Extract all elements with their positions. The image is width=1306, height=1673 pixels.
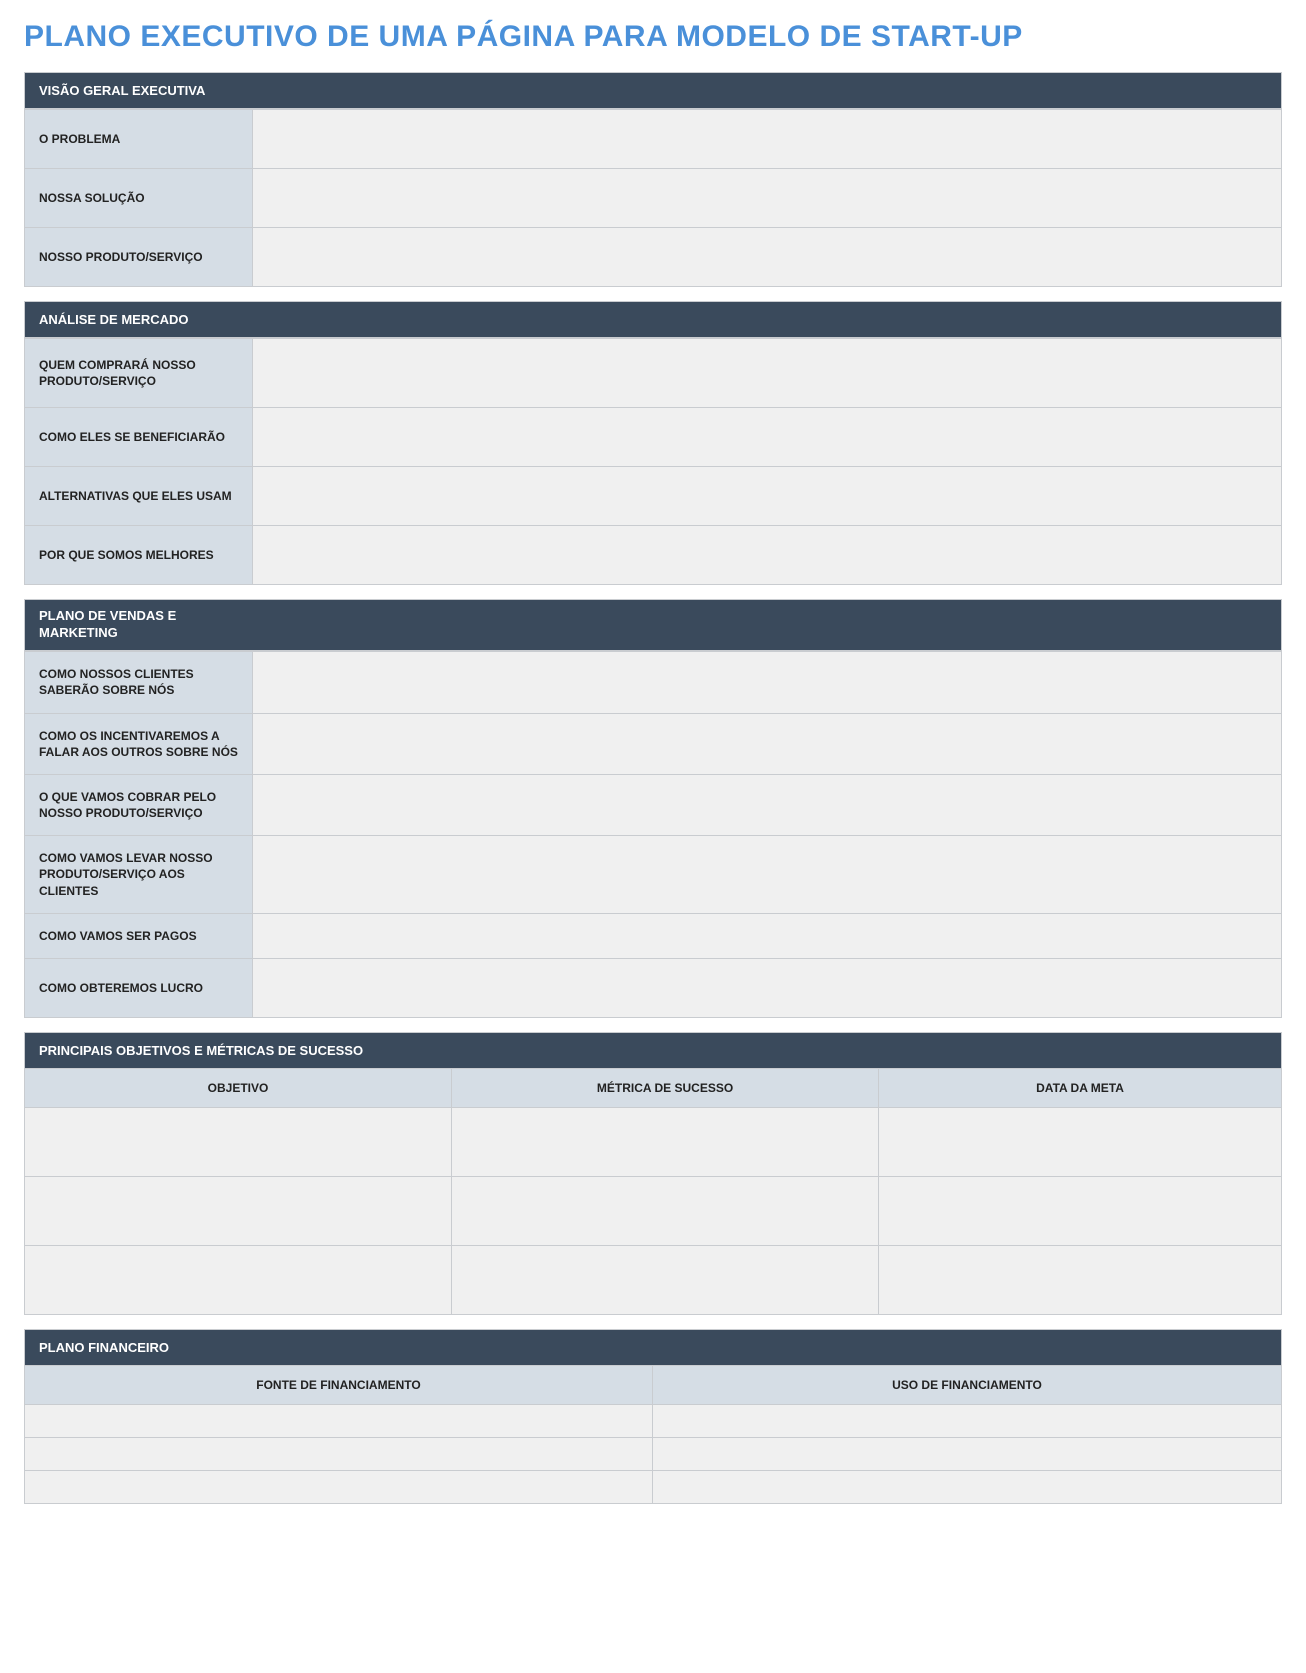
- row-label: COMO VAMOS SER PAGOS: [25, 914, 253, 958]
- section-header-label: PLANO DE VENDAS E MARKETING: [25, 600, 193, 650]
- table-row: [25, 1470, 1281, 1503]
- page-title: PLANO EXECUTIVO DE UMA PÁGINA PARA MODEL…: [24, 20, 1282, 54]
- section-header-finance: PLANO FINANCEIRO: [25, 1330, 1281, 1366]
- row-value[interactable]: [253, 652, 1281, 712]
- row-label: COMO ELES SE BENEFICIARÃO: [25, 408, 253, 466]
- row-label: NOSSA SOLUÇÃO: [25, 169, 253, 227]
- row-value[interactable]: [253, 959, 1281, 1017]
- cell-value[interactable]: [879, 1108, 1281, 1176]
- row-value[interactable]: [253, 526, 1281, 584]
- section-header-goals: PRINCIPAIS OBJETIVOS E MÉTRICAS DE SUCES…: [25, 1033, 1281, 1069]
- row-value[interactable]: [253, 714, 1281, 774]
- section-header-overview: VISÃO GERAL EXECUTIVA: [25, 73, 1281, 109]
- row-label: COMO VAMOS LEVAR NOSSO PRODUTO/SERVIÇO A…: [25, 836, 253, 913]
- table-header-row: FONTE DE FINANCIAMENTO USO DE FINANCIAME…: [25, 1366, 1281, 1404]
- cell-value[interactable]: [653, 1405, 1281, 1437]
- row-label: COMO OBTEREMOS LUCRO: [25, 959, 253, 1017]
- table-row: [25, 1245, 1281, 1314]
- col-header-objective: OBJETIVO: [25, 1069, 452, 1107]
- cell-value[interactable]: [25, 1471, 653, 1503]
- row-value[interactable]: [253, 408, 1281, 466]
- cell-value[interactable]: [879, 1246, 1281, 1314]
- row-value[interactable]: [253, 775, 1281, 835]
- row-value[interactable]: [253, 914, 1281, 958]
- cell-value[interactable]: [879, 1177, 1281, 1245]
- cell-value[interactable]: [452, 1108, 879, 1176]
- row-label: ALTERNATIVAS QUE ELES USAM: [25, 467, 253, 525]
- cell-value[interactable]: [25, 1108, 452, 1176]
- col-header-date: DATA DA META: [879, 1069, 1281, 1107]
- col-header-use: USO DE FINANCIAMENTO: [653, 1366, 1281, 1404]
- table-header-row: OBJETIVO MÉTRICA DE SUCESSO DATA DA META: [25, 1069, 1281, 1107]
- section-header-sales: PLANO DE VENDAS E MARKETING: [25, 600, 1281, 651]
- section-sales: PLANO DE VENDAS E MARKETING COMO NOSSOS …: [24, 599, 1282, 1018]
- cell-value[interactable]: [25, 1438, 653, 1470]
- section-header-market: ANÁLISE DE MERCADO: [25, 302, 1281, 338]
- section-market: ANÁLISE DE MERCADO QUEM COMPRARÁ NOSSO P…: [24, 301, 1282, 585]
- cell-value[interactable]: [25, 1246, 452, 1314]
- col-header-source: FONTE DE FINANCIAMENTO: [25, 1366, 653, 1404]
- row-value[interactable]: [253, 467, 1281, 525]
- section-goals: PRINCIPAIS OBJETIVOS E MÉTRICAS DE SUCES…: [24, 1032, 1282, 1315]
- col-header-metric: MÉTRICA DE SUCESSO: [452, 1069, 879, 1107]
- row-value[interactable]: [253, 339, 1281, 407]
- table-row: [25, 1404, 1281, 1437]
- row-label: QUEM COMPRARÁ NOSSO PRODUTO/SERVIÇO: [25, 339, 253, 407]
- table-row: [25, 1107, 1281, 1176]
- row-label: COMO NOSSOS CLIENTES SABERÃO SOBRE NÓS: [25, 652, 253, 712]
- row-value[interactable]: [253, 169, 1281, 227]
- table-row: [25, 1437, 1281, 1470]
- row-label: COMO OS INCENTIVAREMOS A FALAR AOS OUTRO…: [25, 714, 253, 774]
- cell-value[interactable]: [25, 1177, 452, 1245]
- section-finance: PLANO FINANCEIRO FONTE DE FINANCIAMENTO …: [24, 1329, 1282, 1504]
- cell-value[interactable]: [25, 1405, 653, 1437]
- row-value[interactable]: [253, 228, 1281, 286]
- row-label: O QUE VAMOS COBRAR PELO NOSSO PRODUTO/SE…: [25, 775, 253, 835]
- row-label: POR QUE SOMOS MELHORES: [25, 526, 253, 584]
- cell-value[interactable]: [452, 1177, 879, 1245]
- row-label: O PROBLEMA: [25, 110, 253, 168]
- section-overview: VISÃO GERAL EXECUTIVA O PROBLEMA NOSSA S…: [24, 72, 1282, 287]
- table-row: [25, 1176, 1281, 1245]
- cell-value[interactable]: [653, 1471, 1281, 1503]
- row-value[interactable]: [253, 110, 1281, 168]
- cell-value[interactable]: [653, 1438, 1281, 1470]
- cell-value[interactable]: [452, 1246, 879, 1314]
- row-value[interactable]: [253, 836, 1281, 913]
- row-label: NOSSO PRODUTO/SERVIÇO: [25, 228, 253, 286]
